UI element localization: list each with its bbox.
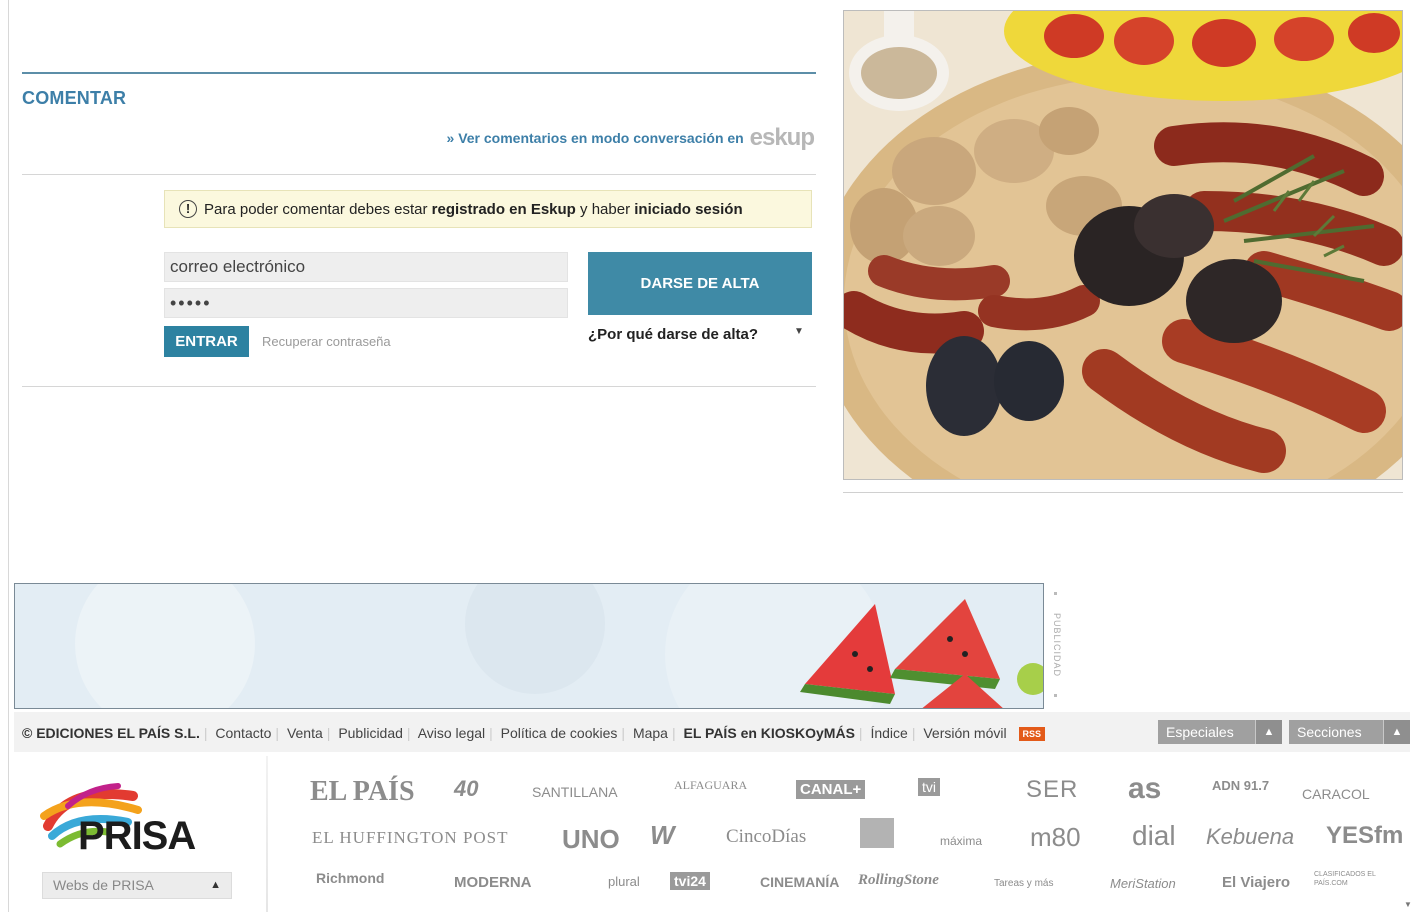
footer-link-venta[interactable]: Venta [287,725,323,741]
footer-link-contacto[interactable]: Contacto [215,725,271,741]
brand-m80[interactable]: m80 [1030,822,1081,853]
brand-alfaguara[interactable]: ALFAGUARA [674,778,747,793]
food-photo [843,10,1403,480]
brand-as[interactable]: as [1128,772,1161,806]
password-input[interactable]: ••••• [164,288,568,318]
brand-gray-square-icon[interactable] [860,818,894,848]
prisa-footer: PRISA Webs de PRISA ▲ EL PAÍS 40 SANTILL… [14,756,1410,912]
brand-yes-fm[interactable]: YESfm [1326,822,1403,850]
chevron-up-icon: ▲ [1383,720,1410,744]
brand-huffington-post[interactable]: EL HUFFINGTON POST [312,828,509,848]
brand-tvi24[interactable]: tvi24 [670,872,710,890]
advertising-label: PUBLICIDAD [1052,612,1062,677]
login-button[interactable]: ENTRAR [164,326,249,357]
watermelon-ad-image [15,584,1043,708]
footer-link-aviso-legal[interactable]: Aviso legal [418,725,485,741]
footer-link-publicidad[interactable]: Publicidad [338,725,403,741]
signup-button[interactable]: DARSE DE ALTA [588,252,812,315]
conversation-mode-link[interactable]: » Ver comentarios en modo conversación e… [446,124,815,152]
ad-marker [1054,694,1057,697]
footer-link-cookies[interactable]: Política de cookies [501,725,618,741]
brand-el-viajero[interactable]: El Viajero [1222,874,1290,891]
footer-bar: © EDICIONES EL PAÍS S.L. | Contacto | Vent… [14,712,1410,752]
photo-underline [843,492,1403,493]
section-top-rule [22,72,816,74]
footer-link-version-movil[interactable]: Versión móvil [923,725,1006,741]
comment-section: COMENTAR » Ver comentarios en modo conve… [22,0,816,400]
brand-kebuena[interactable]: Kebuena [1206,824,1294,850]
sausage-platter-image [844,11,1402,479]
recover-password-link[interactable]: Recuperar contraseña [262,334,391,349]
especiales-dropdown[interactable]: Especiales ▲ [1158,720,1282,744]
brand-uno[interactable]: UNO [562,824,620,855]
brand-caracol[interactable]: CARACOL [1302,786,1370,802]
brand-tareas-y-mas[interactable]: Tareas y más [994,878,1053,889]
brand-meristation[interactable]: MeriStation [1110,876,1176,891]
brand-cinco-dias[interactable]: CincoDías [726,826,806,848]
footer-link-indice[interactable]: Índice [870,725,907,741]
advertisement-banner[interactable] [14,583,1044,709]
comment-title: COMENTAR [22,88,127,108]
brand-santillana[interactable]: SANTILLANA [532,784,618,800]
brand-ser[interactable]: SER [1026,776,1078,804]
brand-maxima[interactable]: máxima [940,834,982,848]
ad-marker [1054,592,1057,595]
login-required-notice: ! Para poder comentar debes estar regist… [164,190,812,228]
email-input[interactable]: correo electrónico [164,252,568,282]
brand-cinemania[interactable]: CINEMANÍA [760,874,839,890]
chevron-down-icon[interactable]: ▼ [794,326,804,337]
notice-registered: registrado en Eskup [431,200,576,218]
rss-icon[interactable]: RSS [1018,727,1046,741]
conversation-link-text: » Ver comentarios en modo conversación e… [446,130,744,146]
brand-tvi[interactable]: tvi [918,778,940,796]
brand-adn[interactable]: ADN 91.7 [1212,778,1269,793]
brand-rolling-stone[interactable]: RollingStone [858,872,939,889]
eskup-logo: eskup [749,124,815,151]
webs-prisa-select[interactable]: Webs de PRISA ▲ [42,872,232,899]
brand-canal-plus[interactable]: CANAL+ [796,780,866,799]
prisa-logo-text: PRISA [78,814,196,858]
chevron-up-icon: ▲ [1255,720,1282,744]
brand-w-radio[interactable]: W [650,820,675,851]
warning-icon: ! [179,200,197,218]
copyright: © EDICIONES EL PAÍS S.L. [22,725,200,741]
brand-40[interactable]: 40 [454,776,478,802]
brand-richmond[interactable]: Richmond [316,870,384,886]
brand-el-pais[interactable]: EL PAÍS [310,776,415,808]
brand-dial[interactable]: dial [1132,820,1176,852]
secciones-dropdown[interactable]: Secciones ▲ [1289,720,1410,744]
brand-clasificados[interactable]: CLASIFICADOS EL PAÍS.COM [1314,870,1394,888]
divider [22,174,816,175]
footer-link-mapa[interactable]: Mapa [633,725,668,741]
divider-bottom [22,386,816,387]
notice-text: Para poder comentar debes estar registra… [204,200,743,218]
brand-moderna[interactable]: MODERNA [454,874,532,891]
footer-links: © EDICIONES EL PAÍS S.L. | Contacto | Vent… [22,725,1046,741]
left-border [8,0,9,912]
brand-plural[interactable]: plural [608,874,640,889]
scroll-down-arrow[interactable]: ▼ [1404,900,1412,909]
footer-link-kiosko[interactable]: EL PAÍS en KIOSKOyMÁS [684,725,855,741]
notice-logged-in: iniciado sesión [634,200,743,218]
vertical-divider [266,756,268,912]
chevron-up-icon: ▲ [210,879,221,891]
why-signup-link[interactable]: ¿Por qué darse de alta? [588,326,758,343]
